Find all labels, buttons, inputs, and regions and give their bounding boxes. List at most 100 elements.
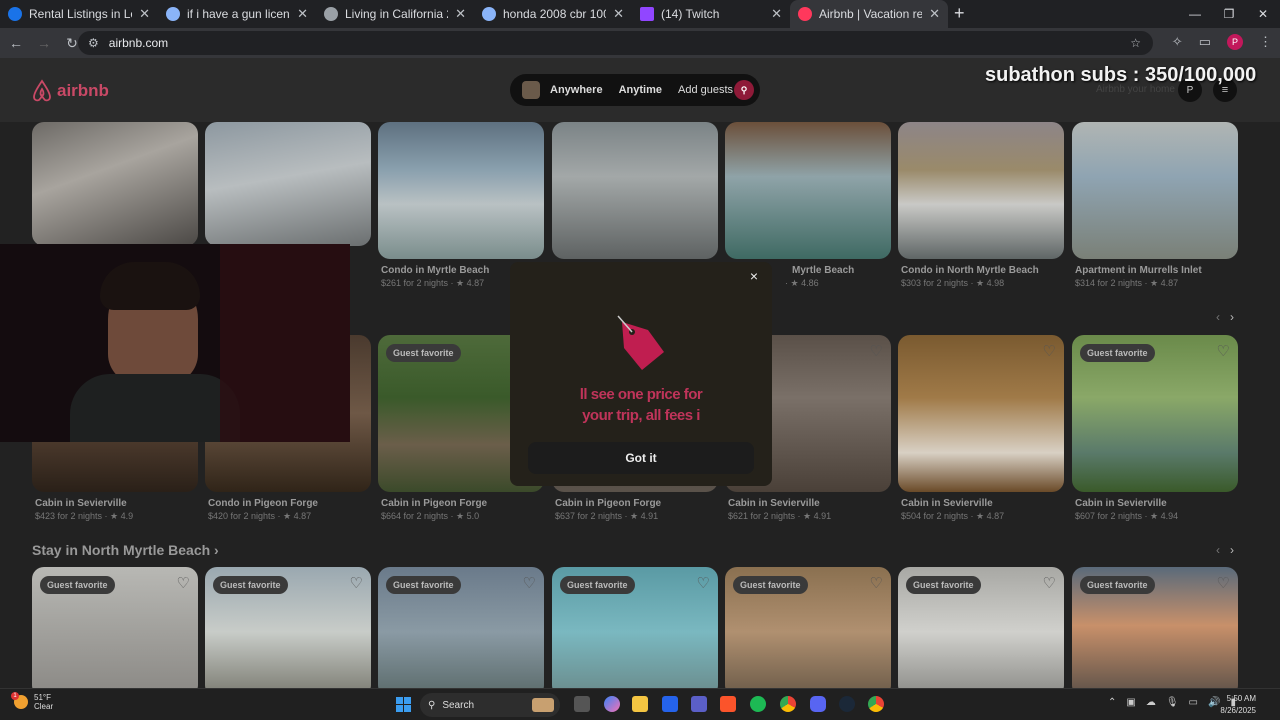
- chevron-right-icon[interactable]: ›: [1230, 543, 1234, 557]
- heart-icon[interactable]: ♡: [1043, 342, 1056, 360]
- app-tray-icon[interactable]: ▣: [1126, 697, 1135, 708]
- browser-tab[interactable]: Rental Listings in Los Angeles C ✕: [0, 0, 158, 28]
- speaker-icon[interactable]: 🔊: [1208, 697, 1220, 708]
- task-view-icon[interactable]: [574, 696, 590, 712]
- listing-photo[interactable]: [552, 122, 718, 259]
- more-menu-icon[interactable]: ⋮: [1259, 34, 1272, 50]
- listing-photo[interactable]: [725, 122, 891, 259]
- listing-card[interactable]: Guest favorite ♡ Cabin in Sevierville $6…: [1072, 335, 1238, 522]
- heart-icon[interactable]: ♡: [1217, 342, 1230, 360]
- listing-photo[interactable]: [898, 122, 1064, 259]
- tray-overflow-icon[interactable]: ⌃: [1108, 697, 1116, 708]
- chevron-left-icon[interactable]: ‹: [1216, 310, 1220, 324]
- close-icon[interactable]: ✕: [613, 6, 624, 22]
- extensions-icon[interactable]: ✧: [1172, 34, 1183, 50]
- copilot-icon[interactable]: [604, 696, 620, 712]
- taskbar-clock[interactable]: 5:50 AM 8/26/2025: [1220, 693, 1256, 717]
- forward-icon[interactable]: →: [32, 35, 56, 51]
- search-anytime[interactable]: Anytime: [619, 84, 662, 96]
- listing-card[interactable]: [205, 122, 371, 246]
- file-explorer-icon[interactable]: [632, 696, 648, 712]
- discord-icon[interactable]: [810, 696, 826, 712]
- restore-icon[interactable]: ❐: [1212, 0, 1246, 28]
- listing-photo[interactable]: Guest favorite ♡: [725, 567, 891, 688]
- listing-title: Apartment in Murrells Inlet: [1075, 265, 1202, 276]
- close-icon[interactable]: ×: [750, 268, 758, 284]
- listing-card[interactable]: Condo in North Myrtle Beach $303 for 2 n…: [898, 122, 1064, 289]
- listing-card[interactable]: Guest favorite ♡: [725, 567, 891, 688]
- listing-card[interactable]: Guest favorite ♡: [1072, 567, 1238, 688]
- search-bar[interactable]: Anywhere Anytime Add guests ⚲: [510, 74, 760, 106]
- listing-photo[interactable]: ♡: [898, 335, 1064, 492]
- listing-card[interactable]: Guest favorite ♡: [898, 567, 1064, 688]
- listing-photo[interactable]: Guest favorite ♡: [552, 567, 718, 688]
- listing-card[interactable]: [32, 122, 198, 246]
- close-icon[interactable]: ✕: [297, 6, 308, 22]
- cast-icon[interactable]: ▭: [1199, 34, 1211, 50]
- chrome-icon[interactable]: [780, 696, 796, 712]
- listing-photo[interactable]: Guest favorite ♡: [1072, 567, 1238, 688]
- section-title[interactable]: Stay in North Myrtle Beach ›: [32, 542, 219, 558]
- chevron-left-icon[interactable]: ‹: [1216, 543, 1220, 557]
- listing-photo[interactable]: Guest favorite ♡: [378, 567, 544, 688]
- listing-card[interactable]: Apartment in Murrells Inlet $314 for 2 n…: [1072, 122, 1238, 289]
- browser-tab[interactable]: Living in California 2025 ✕: [316, 0, 474, 28]
- brave-icon[interactable]: [720, 696, 736, 712]
- listing-card[interactable]: Guest favorite ♡: [552, 567, 718, 688]
- heart-icon[interactable]: ♡: [870, 342, 883, 360]
- spotify-icon[interactable]: [750, 696, 766, 712]
- listing-photo[interactable]: Guest favorite ♡: [898, 567, 1064, 688]
- got-it-button[interactable]: Got it: [528, 442, 754, 474]
- heart-icon[interactable]: ♡: [1043, 574, 1056, 592]
- close-icon[interactable]: ✕: [929, 6, 940, 22]
- site-info-icon[interactable]: ⚙: [88, 36, 99, 50]
- heart-icon[interactable]: ♡: [523, 574, 536, 592]
- display-icon[interactable]: ▭: [1189, 697, 1198, 708]
- close-icon[interactable]: ✕: [139, 6, 150, 22]
- listing-photo[interactable]: [32, 122, 198, 246]
- search-icon[interactable]: ⚲: [734, 80, 754, 100]
- listing-photo[interactable]: Guest favorite ♡: [32, 567, 198, 688]
- heart-icon[interactable]: ♡: [1217, 574, 1230, 592]
- store-icon[interactable]: [662, 696, 678, 712]
- listing-card[interactable]: ♡ Cabin in Sevierville $504 for 2 nights…: [898, 335, 1064, 522]
- listing-photo[interactable]: Guest favorite ♡: [1072, 335, 1238, 492]
- address-bar[interactable]: ⚙ airbnb.com ☆: [78, 31, 1153, 55]
- search-guests[interactable]: Add guests: [678, 84, 733, 96]
- listing-photo[interactable]: Guest favorite ♡: [205, 567, 371, 688]
- weather-widget[interactable]: 1 51°F Clear: [11, 692, 53, 711]
- taskbar-search[interactable]: ⚲ Search: [420, 693, 560, 717]
- browser-tab[interactable]: (14) Twitch ✕: [632, 0, 790, 28]
- back-icon[interactable]: ←: [4, 35, 28, 51]
- heart-icon[interactable]: ♡: [697, 574, 710, 592]
- minimize-icon[interactable]: —: [1178, 0, 1212, 28]
- browser-tab[interactable]: honda 2008 cbr 1000 rr - Goog ✕: [474, 0, 632, 28]
- steam-icon[interactable]: [839, 696, 855, 712]
- browser-tab[interactable]: if i have a gun license in virginia ✕: [158, 0, 316, 28]
- listing-card[interactable]: [552, 122, 718, 259]
- listing-card[interactable]: Guest favorite ♡: [32, 567, 198, 688]
- heart-icon[interactable]: ♡: [870, 574, 883, 592]
- heart-icon[interactable]: ♡: [177, 574, 190, 592]
- listing-card[interactable]: Guest favorite ♡: [205, 567, 371, 688]
- listing-card[interactable]: Guest favorite ♡: [378, 567, 544, 688]
- listing-photo[interactable]: [378, 122, 544, 259]
- windows-start-icon[interactable]: [396, 697, 411, 712]
- teams-icon[interactable]: [691, 696, 707, 712]
- heart-icon[interactable]: ♡: [350, 574, 363, 592]
- listing-photo[interactable]: [205, 122, 371, 246]
- listing-photo[interactable]: [1072, 122, 1238, 259]
- airbnb-logo[interactable]: airbnb: [31, 79, 109, 103]
- microphone-icon[interactable]: 🎙: [1166, 697, 1179, 708]
- new-tab-button[interactable]: +: [954, 3, 965, 24]
- profile-avatar[interactable]: P: [1227, 34, 1243, 50]
- close-icon[interactable]: ✕: [771, 6, 782, 22]
- cloud-icon[interactable]: ☁: [1146, 697, 1156, 708]
- close-icon[interactable]: ✕: [455, 6, 466, 22]
- browser-tab-active[interactable]: Airbnb | Vacation rentals, cabin ✕: [790, 0, 948, 28]
- search-anywhere[interactable]: Anywhere: [550, 84, 603, 96]
- chevron-right-icon[interactable]: ›: [1230, 310, 1234, 324]
- bookmark-star-icon[interactable]: ☆: [1130, 36, 1141, 50]
- chrome-active-icon[interactable]: [868, 696, 884, 712]
- close-window-icon[interactable]: ✕: [1246, 0, 1280, 28]
